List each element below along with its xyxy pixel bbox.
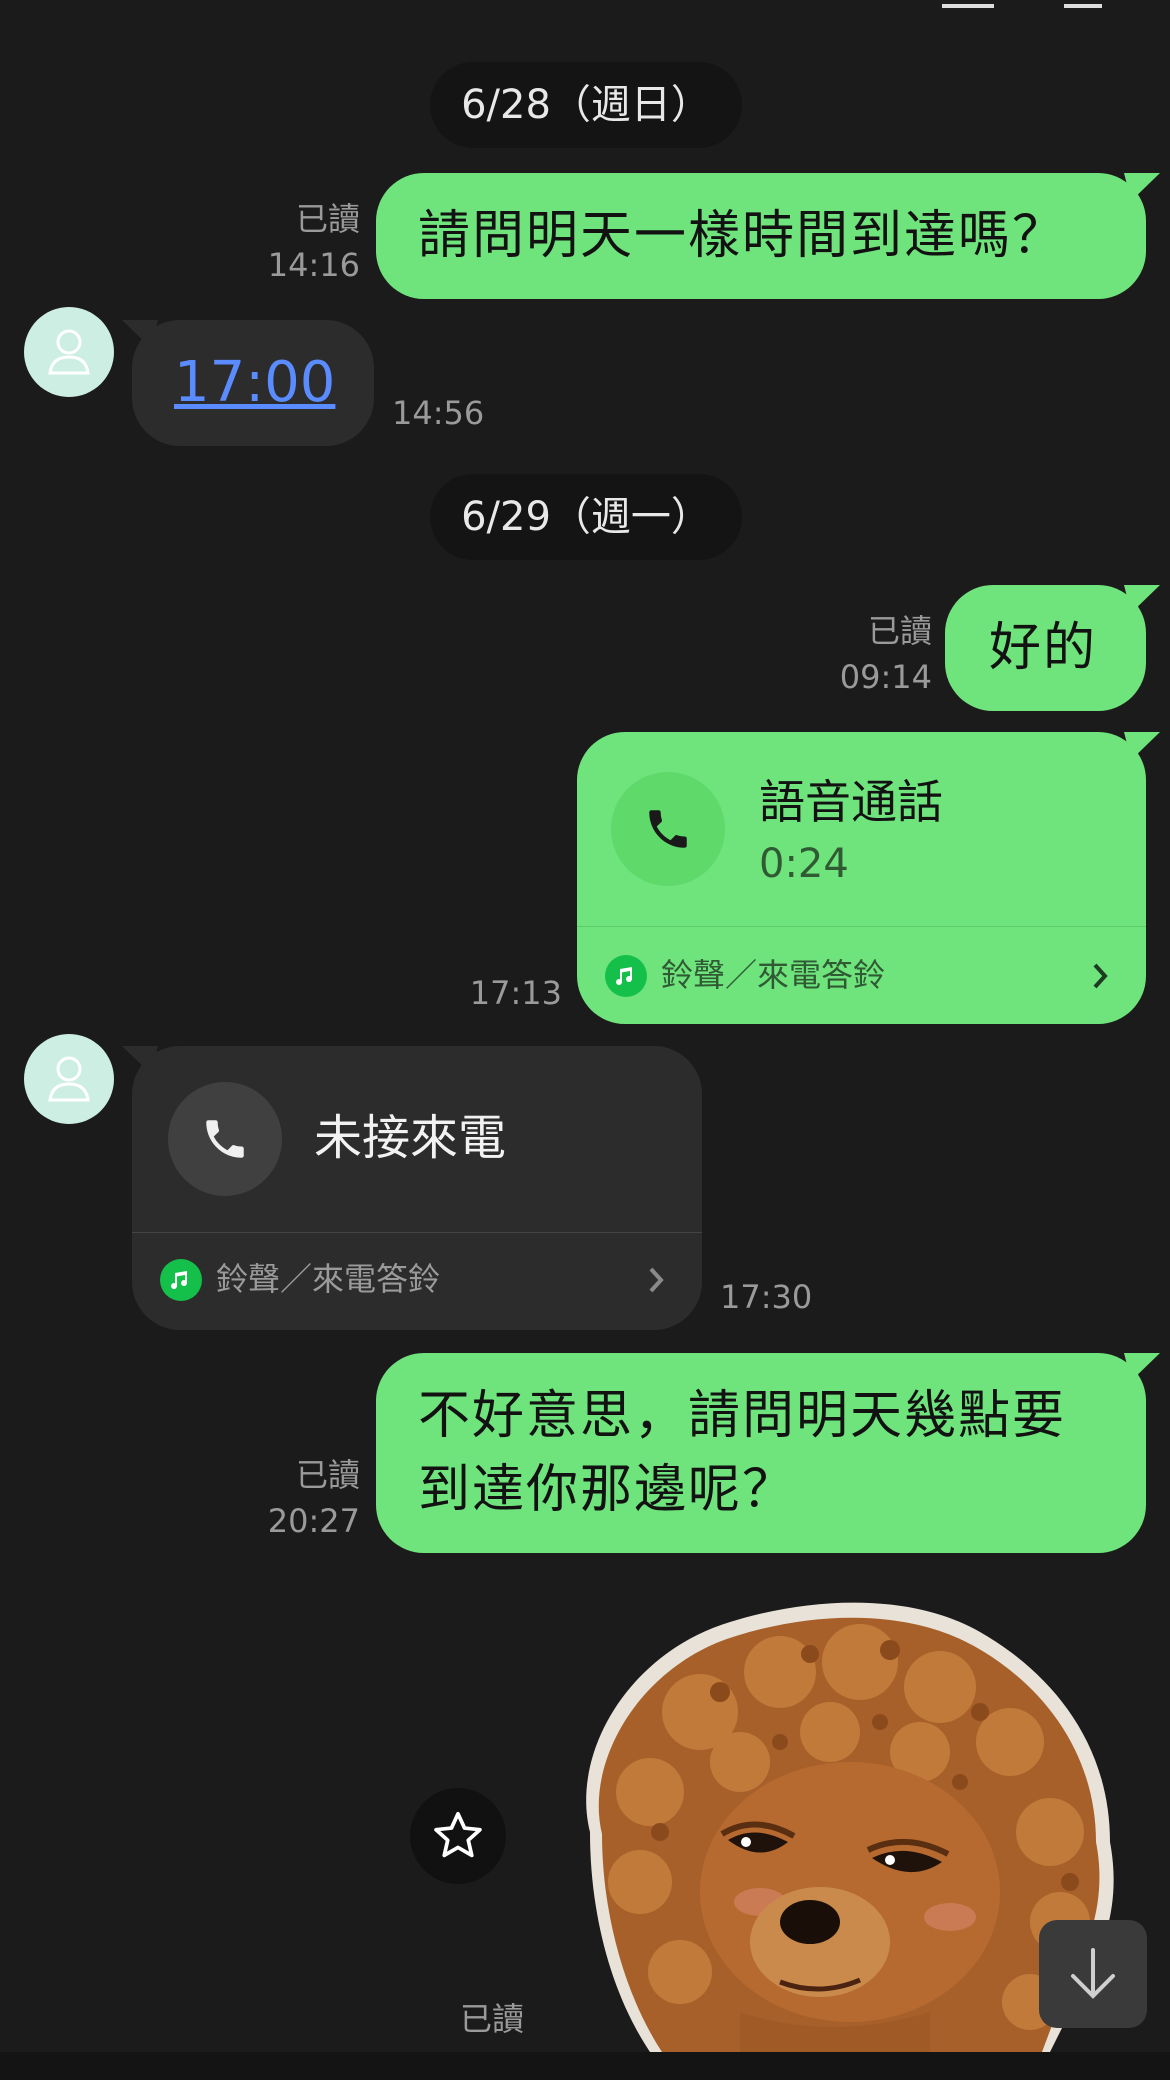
- missed-call-card[interactable]: 未接來電 鈴聲／來電答鈴: [132, 1046, 702, 1330]
- star-icon: [434, 1811, 482, 1858]
- ringtone-label: 鈴聲／來電答鈴: [216, 1260, 441, 1298]
- user-icon: [48, 1056, 90, 1102]
- date-label: 6/28（週日）: [461, 82, 711, 128]
- call-duration: 0:24: [759, 841, 849, 887]
- message-meta: 已讀 14:16: [240, 196, 360, 288]
- date-label: 6/29（週一）: [461, 494, 711, 540]
- avatar[interactable]: [24, 1034, 114, 1124]
- call-title: 語音通話: [759, 775, 943, 829]
- sent-message-bubble[interactable]: 不好意思，請問明天幾點要 到達你那邊呢？: [376, 1353, 1146, 1553]
- ringtone-row[interactable]: 鈴聲／來電答鈴: [577, 926, 1146, 1024]
- chevron-right-icon: [649, 1267, 664, 1293]
- message-time: 17:13: [469, 974, 562, 1012]
- read-receipt: 已讀: [295, 200, 360, 238]
- message-time: 14:16: [267, 246, 360, 284]
- message-time: 14:56: [392, 394, 485, 432]
- phone-call-icon[interactable]: [838, 0, 868, 8]
- read-receipt: 已讀: [459, 2000, 524, 2038]
- music-note-icon: [160, 1259, 202, 1301]
- avatar[interactable]: [24, 307, 114, 397]
- scroll-to-bottom-button[interactable]: [1039, 1920, 1147, 2028]
- chevron-right-icon: [1093, 963, 1108, 989]
- call-icon-circle: [611, 772, 725, 886]
- date-separator: 6/29（週一）: [430, 474, 742, 560]
- message-time: 20:27: [267, 1502, 360, 1540]
- bottom-bar: [0, 2052, 1170, 2080]
- ringtone-row[interactable]: 鈴聲／來電答鈴: [132, 1232, 702, 1330]
- user-icon: [48, 329, 90, 375]
- sent-message-bubble[interactable]: 請問明天一樣時間到達嗎？: [376, 173, 1146, 299]
- message-time: 17:30: [720, 1278, 813, 1316]
- read-receipt: 已讀: [867, 612, 932, 650]
- phone-icon: [649, 810, 687, 848]
- sent-message-bubble[interactable]: 好的: [945, 585, 1146, 711]
- message-text: 好的: [989, 618, 1098, 678]
- menu-icon[interactable]: [942, 0, 994, 8]
- call-title: 未接來電: [314, 1110, 507, 1166]
- search-icon[interactable]: [720, 0, 750, 8]
- message-time: 09:14: [839, 658, 932, 696]
- message-text: 請問明天一樣時間到達嗎？: [418, 206, 1067, 266]
- received-message-bubble[interactable]: 17:00: [132, 320, 374, 446]
- ringtone-label: 鈴聲／來電答鈴: [661, 956, 886, 994]
- arrow-down-icon: [1071, 1948, 1115, 1999]
- phone-icon: [206, 1120, 244, 1158]
- message-text-line: 到達你那邊呢？: [418, 1460, 797, 1520]
- more-icon[interactable]: [1064, 0, 1102, 8]
- message-meta: 已讀 09:14: [800, 608, 932, 700]
- message-text-line: 不好意思，請問明天幾點要: [418, 1386, 1067, 1446]
- date-separator: 6/28（週日）: [430, 62, 742, 148]
- message-meta: 已讀 20:27: [240, 1452, 360, 1544]
- top-bar: [0, 0, 1170, 14]
- time-link[interactable]: 17:00: [174, 346, 335, 420]
- call-icon-circle: [168, 1082, 282, 1196]
- music-note-icon: [605, 955, 647, 997]
- favorite-sticker-button[interactable]: [410, 1788, 506, 1884]
- voice-call-card[interactable]: 語音通話 0:24 鈴聲／來電答鈴: [577, 732, 1146, 1024]
- read-receipt: 已讀: [295, 1456, 360, 1494]
